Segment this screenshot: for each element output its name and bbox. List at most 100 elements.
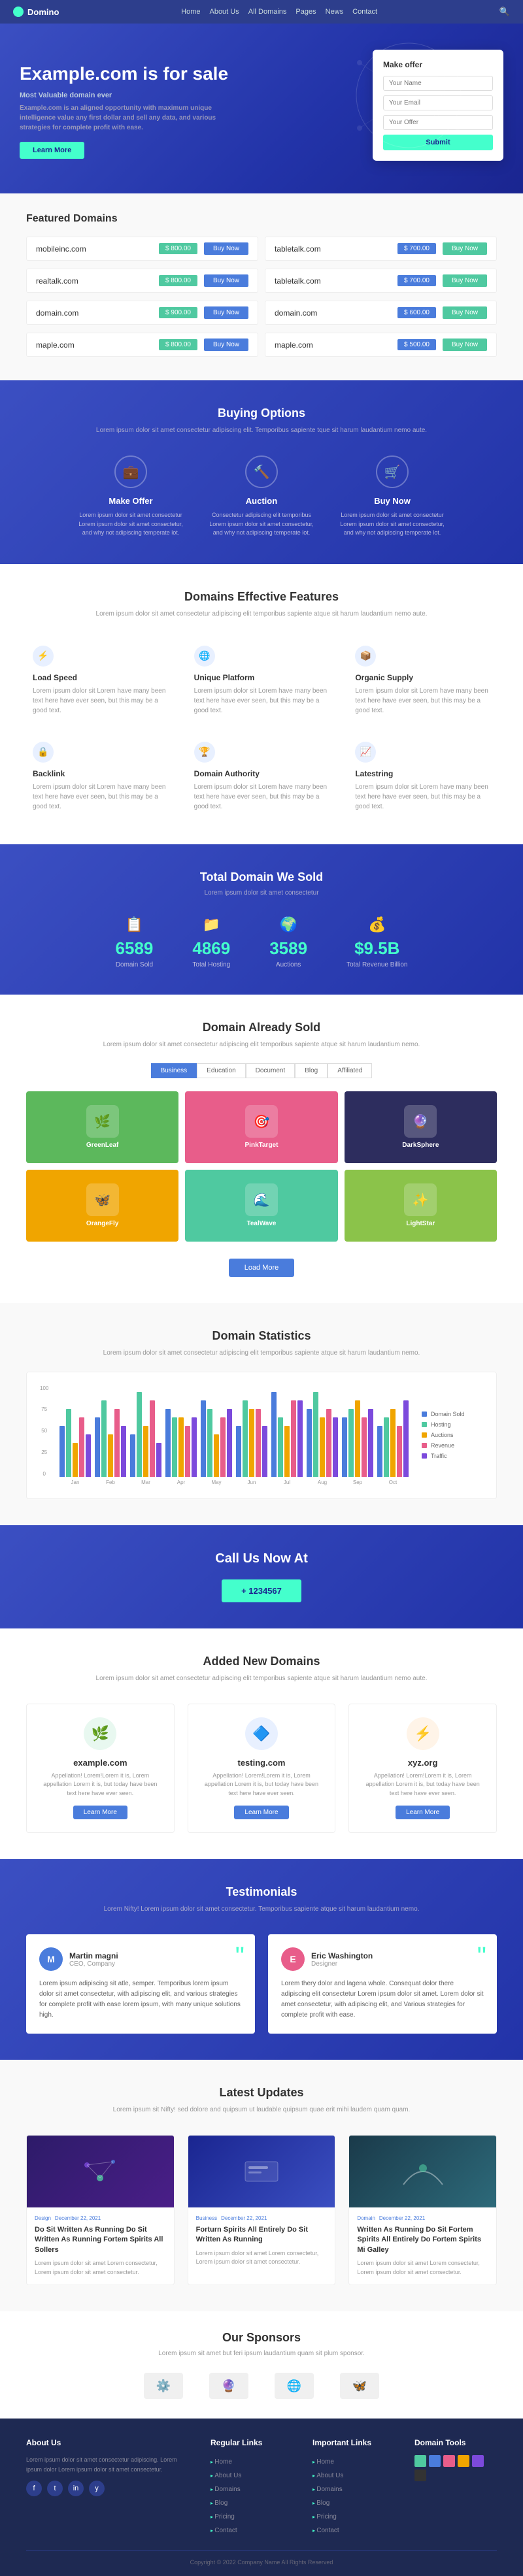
latest-card: Design December 22, 2021 Do Sit Written … [26,2135,175,2285]
tab-document[interactable]: Document [246,1063,295,1078]
footer-link[interactable]: Domains [211,2486,241,2493]
chart-bar [390,1409,396,1477]
footer-link[interactable]: About Us [211,2472,241,2479]
hero-title: Example.com is for sale [20,63,229,85]
domain-name: maple.com [275,340,391,350]
logo-icon [13,7,24,17]
footer-link[interactable]: Home [312,2458,334,2466]
social-youtube-icon[interactable]: y [89,2481,105,2496]
feature-title: Backlink [33,769,168,778]
table-row: realtalk.com $ 800.00 Buy Now [26,269,258,293]
table-row: domain.com $ 600.00 Buy Now [265,301,497,325]
card-logo: 🔮 [404,1105,437,1138]
table-row: domain.com $ 900.00 Buy Now [26,301,258,325]
chart-bar [243,1400,248,1477]
footer-link[interactable]: Pricing [211,2513,235,2520]
footer-link[interactable]: Home [211,2458,232,2466]
footer-link[interactable]: Blog [211,2500,228,2507]
load-more-button[interactable]: Load More [229,1259,295,1277]
buy-button[interactable]: Buy Now [204,274,248,287]
tab-affiliated[interactable]: Affiliated [328,1063,372,1078]
added-card: 🔷 testing.com Appellation! Lorem!Lorem i… [188,1704,336,1834]
buy-icon: 🛒 [376,455,409,488]
card-name: PinkTarget [245,1142,278,1149]
feature-desc: Lorem ipsum dolor sit Lorem have many be… [33,782,168,812]
post-image [27,2136,174,2207]
footer-link[interactable]: Pricing [312,2513,337,2520]
buying-option-auction: 🔨 Auction Consectetur adipiscing elit te… [209,455,314,538]
post-body: Business December 22, 2021 Forturn Spiri… [188,2207,335,2275]
feature-title: Load Speed [33,673,168,682]
chart-bar [384,1417,389,1477]
post-body: Domain December 22, 2021 Written As Runn… [349,2207,496,2285]
feature-icon: 📈 [355,742,376,763]
hero-content: Example.com is for sale Most Valuable do… [20,50,229,159]
chart-bar [79,1417,84,1477]
nav-domains[interactable]: All Domains [248,8,287,16]
sponsor-logo: 🔮 [209,2373,248,2399]
nav-contact[interactable]: Contact [352,8,377,16]
feature-item: 🔒 Backlink Lorem ipsum dolor sit Lorem h… [26,735,175,818]
chart-bar [348,1409,354,1477]
stat-item: 📋 6589 Domain Sold [116,916,154,968]
chart-bar [137,1392,142,1477]
feature-title: Unique Platform [194,673,329,682]
sponsor-logo: ⚙️ [144,2373,183,2399]
legend-item: Revenue [422,1442,500,1449]
latest-card: Domain December 22, 2021 Written As Runn… [348,2135,497,2285]
callus-button[interactable]: + 1234567 [222,1579,301,1602]
added-learn-button[interactable]: Learn More [396,1806,450,1819]
tab-business[interactable]: Business [151,1063,197,1078]
chart-bar [114,1409,120,1477]
sponsor-logo: 🌐 [275,2373,314,2399]
social-twitter-icon[interactable]: t [47,2481,63,2496]
buy-button[interactable]: Buy Now [204,242,248,255]
footer-link[interactable]: Contact [211,2527,237,2534]
stat-value: 6589 [116,938,154,959]
footer-link[interactable]: About Us [312,2472,343,2479]
post-meta: Domain December 22, 2021 [357,2215,488,2221]
nav-links: Home About Us All Domains Pages News Con… [181,8,377,16]
buy-button[interactable]: Buy Now [443,306,487,319]
added-learn-button[interactable]: Learn More [234,1806,288,1819]
legend-item: Domain Sold [422,1411,500,1417]
footer-link[interactable]: Domains [312,2486,343,2493]
x-label: Sep [342,1479,373,1485]
feature-title: Organic Supply [355,673,490,682]
nav-home[interactable]: Home [181,8,200,16]
x-axis: JanFebMarAprMayJunJulAugSepOct [40,1479,409,1485]
post-date: December 22, 2021 [379,2215,425,2221]
callus-section: Call Us Now At + 1234567 [0,1525,523,1628]
buy-button[interactable]: Buy Now [443,274,487,287]
domain-price: $ 800.00 [159,339,197,350]
added-domain-title: xyz.org [362,1758,483,1768]
buy-button[interactable]: Buy Now [204,339,248,351]
buy-button[interactable]: Buy Now [443,339,487,351]
social-instagram-icon[interactable]: in [68,2481,84,2496]
nav-news[interactable]: News [326,8,344,16]
nav-pages[interactable]: Pages [295,8,316,16]
chart-bar [185,1426,190,1477]
card-logo: ✨ [404,1183,437,1216]
footer-color-box [429,2455,441,2467]
chart-bar [333,1417,338,1477]
footer-link[interactable]: Contact [312,2527,339,2534]
stat-item: 📁 4869 Total Hosting [192,916,230,968]
testimonial-name: Martin magni [69,1951,118,1960]
domain-stats-title: Domain Statistics [26,1329,497,1343]
chart-bar [262,1426,267,1477]
chart-bar [121,1426,126,1477]
tab-education[interactable]: Education [197,1063,245,1078]
buy-button[interactable]: Buy Now [443,242,487,255]
buy-button[interactable]: Buy Now [204,306,248,319]
added-learn-button[interactable]: Learn More [73,1806,127,1819]
social-facebook-icon[interactable]: f [26,2481,42,2496]
feature-desc: Lorem ipsum dolor sit Lorem have many be… [194,782,329,812]
tab-blog[interactable]: Blog [295,1063,328,1078]
hero-cta-button[interactable]: Learn More [20,142,84,159]
added-subtitle: Lorem ipsum dolor sit amet consectetur a… [26,1674,497,1684]
nav-about[interactable]: About Us [209,8,239,16]
search-icon[interactable]: 🔍 [499,7,510,17]
footer-link[interactable]: Blog [312,2500,329,2507]
post-date: December 22, 2021 [55,2215,101,2221]
